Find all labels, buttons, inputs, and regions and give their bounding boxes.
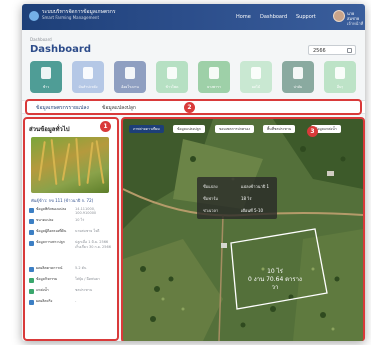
user-name: นายสมชาย [347,11,360,21]
app-window: ระบบบริหารจัดการข้อมูลเกษตรกร Smart Farm… [22,4,365,341]
palm-icon [293,67,303,79]
user-info[interactable]: นายสมชาย เจ้าหน้าที่ [347,11,365,26]
crop-tile-other[interactable]: อื่นๆ [324,61,356,93]
crop-tile-rubber[interactable]: ยางพารา [198,61,230,93]
crop-tile-label: ผลไม้ [251,85,261,89]
year-value: 2566 [313,48,326,54]
page-title: Dashboard [30,44,91,55]
crop-tile-label: ปาล์ม [293,85,303,89]
user-role: เจ้าหน้าที่ [347,21,364,26]
annotation-box-3 [121,117,365,341]
crop-tile-cassava[interactable]: มันสำปะหลัง [72,61,104,93]
corn-icon [167,67,177,79]
nav-link-support[interactable]: Support [296,14,316,20]
crop-tile-sugarcane[interactable]: อ้อยโรงงาน [114,61,146,93]
top-navigation-bar: ระบบบริหารจัดการข้อมูลเกษตรกร Smart Farm… [22,4,365,30]
crop-tile-label: ข้าวโพด [165,85,179,89]
annotation-badge-1: 1 [100,121,111,132]
nav-link-dashboard[interactable]: Dashboard [260,14,287,20]
app-brand: ระบบบริหารจัดการข้อมูลเกษตรกร Smart Farm… [42,9,116,21]
fruit-icon [251,67,261,79]
annotation-box-1 [23,117,119,341]
other-crop-icon [335,67,345,79]
user-avatar[interactable] [333,10,345,22]
nav-link-home[interactable]: Home [236,14,251,20]
crop-tile-palm[interactable]: ปาล์ม [282,61,314,93]
crop-tile-label: อ้อยโรงงาน [121,85,139,89]
year-picker[interactable]: 2566 [308,45,356,55]
crop-tile-label: ข้าว [42,85,50,89]
annotation-badge-2: 2 [184,102,195,113]
breadcrumb[interactable]: Dashboard [30,37,52,42]
crop-tile-label: อื่นๆ [336,85,344,89]
crop-tile-label: ยางพารา [207,85,221,89]
cassava-icon [83,67,93,79]
calendar-icon [347,48,352,53]
crop-tile-fruit[interactable]: ผลไม้ [240,61,272,93]
rubber-tree-icon [209,67,219,79]
annotation-badge-3: 3 [307,126,318,137]
crop-category-tiles: ข้าว มันสำปะหลัง อ้อยโรงงาน ข้าวโพด ยางพ… [30,61,358,95]
sugarcane-icon [125,67,135,79]
crop-tile-rice[interactable]: ข้าว [30,61,62,93]
crop-tile-corn[interactable]: ข้าวโพด [156,61,188,93]
rice-icon [41,67,51,79]
crop-tile-label: มันสำปะหลัง [78,85,98,89]
brand-subtitle: Smart Farming Management [42,15,100,20]
app-logo-icon[interactable] [29,11,39,21]
